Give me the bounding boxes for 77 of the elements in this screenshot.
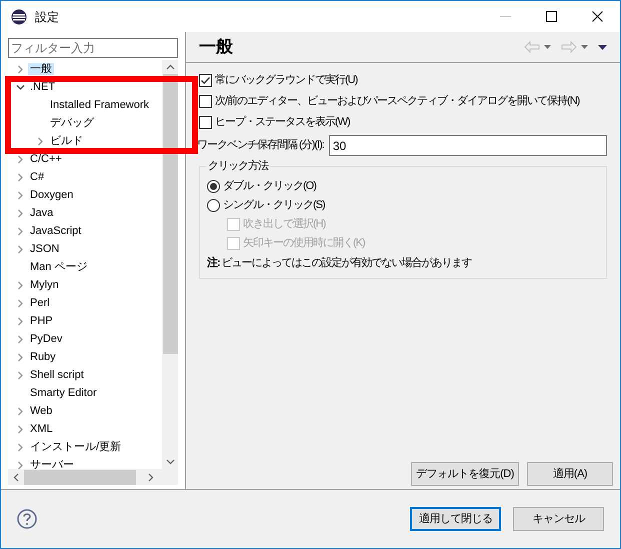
radio-label: ダブル・クリック(O) [223,178,316,194]
radio-button[interactable] [207,180,220,193]
app-logo-icon [11,8,27,24]
tree-item[interactable]: C# [28,171,46,183]
chevron-right-icon[interactable] [16,424,24,434]
close-icon[interactable] [592,11,602,22]
tree-item[interactable]: Web [28,405,54,417]
vertical-scrollbar[interactable] [162,60,178,469]
tree-item[interactable]: デバッグ [48,117,96,129]
checkbox-label: 吹き出しで選択(H) [243,217,326,232]
tree-item[interactable]: Installed Framework [48,99,152,111]
note-text: 注: ビューによってはこの設定が有効でない場合があります [207,256,473,271]
radio-label: シングル・クリック(S) [223,198,325,214]
checkbox-label: ヒープ・ステータスを表示(W) [215,114,350,130]
checkbox-label: 次/前のエディター、ビューおよびパースペクティブ・ダイアログを開いて保持(N) [215,94,580,109]
dialog-button[interactable]: 適用して閉じる [410,507,501,531]
checkbox[interactable] [199,94,212,108]
chevron-right-icon[interactable] [16,352,24,362]
tree-item[interactable]: Doxygen [28,189,76,201]
chevron-right-icon[interactable] [36,136,44,146]
dialog-button[interactable]: キャンセル [513,507,604,531]
chevron-right-icon[interactable] [16,370,24,380]
view-menu-icon[interactable] [598,44,607,50]
chevron-right-icon[interactable] [16,406,24,416]
tree-item[interactable]: Mylyn [28,279,61,291]
tree-item[interactable]: Man ページ [28,261,90,273]
tree-item[interactable]: PHP [28,315,55,327]
scroll-right-icon[interactable] [148,472,154,482]
help-icon[interactable] [17,509,37,529]
chevron-right-icon[interactable] [16,244,24,254]
tree-item[interactable]: Shell script [28,369,86,381]
chevron-right-icon[interactable] [16,298,24,308]
page-title: 一般 [199,36,233,58]
tree-item[interactable]: サーバー [28,459,76,471]
tree-item[interactable]: XML [28,423,55,435]
chevron-right-icon[interactable] [16,280,24,290]
scroll-left-icon[interactable] [13,472,19,482]
maximize-icon[interactable] [546,11,556,22]
tree-item[interactable]: Ruby [28,351,58,363]
interval-field[interactable]: 30 [328,135,607,156]
dialog-button[interactable]: 適用(A) [527,462,613,486]
scroll-down-icon[interactable] [166,459,174,465]
horizontal-scrollbar[interactable] [8,469,178,485]
chevron-right-icon[interactable] [16,154,24,164]
chevron-right-icon[interactable] [16,190,24,200]
chevron-right-icon[interactable] [16,316,24,326]
checkbox[interactable] [199,74,212,86]
tree-item[interactable]: PyDev [28,333,64,345]
radio-button[interactable] [207,199,220,212]
tree-item[interactable]: C/C++ [28,153,64,165]
checkbox-label: 常にバックグラウンドで実行(U) [215,72,358,88]
chevron-right-icon[interactable] [16,442,24,452]
scroll-up-icon[interactable] [166,64,174,70]
window-title: 設定 [35,8,59,26]
filter-field[interactable]: フィルター入力 [8,38,178,58]
tree-item[interactable]: JSON [28,243,62,255]
tree-item[interactable]: インストール/更新 [28,441,124,453]
chevron-right-icon[interactable] [16,334,24,344]
chevron-down-icon[interactable] [16,82,24,92]
checkbox[interactable] [199,116,212,128]
chevron-right-icon[interactable] [16,460,24,470]
chevron-right-icon[interactable] [16,226,24,236]
tree-item[interactable]: .NET [28,81,58,93]
chevron-right-icon[interactable] [16,64,24,74]
tree-item[interactable]: 一般 [28,63,54,75]
dropdown-arrow-icon[interactable] [544,45,551,49]
dropdown-arrow-icon[interactable] [581,45,588,49]
tree-item[interactable]: Java [28,207,56,219]
chevron-right-icon[interactable] [16,208,24,218]
tree-item[interactable]: Perl [28,297,52,309]
checkbox-label: 矢印キーの使用時に開く(K) [243,236,365,252]
field-label: ワークベンチ保存間隔 (分)(I): [197,138,324,154]
dialog-button[interactable]: デフォルトを復元(D) [411,462,519,486]
tree-item[interactable]: JavaScript [28,225,84,237]
tree-item[interactable]: ビルド [48,135,85,147]
tree-item[interactable]: Smarty Editor [28,387,99,399]
chevron-right-icon[interactable] [16,172,24,182]
